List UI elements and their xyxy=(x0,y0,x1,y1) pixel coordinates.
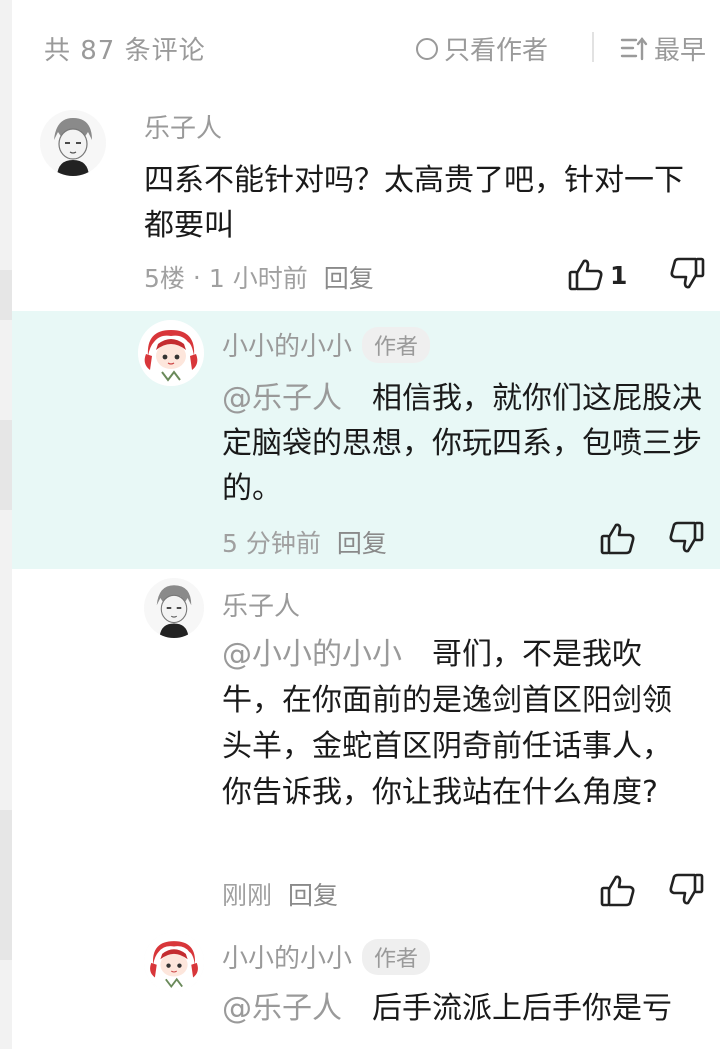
floor-label: 5楼 xyxy=(144,264,185,293)
reply-meta: 5 分钟前 回复 xyxy=(222,524,387,560)
author-badge: 作者 xyxy=(362,326,431,363)
reply-text: @乐子人 后手流派上后手你是亏 xyxy=(222,986,708,1031)
avatar[interactable] xyxy=(144,932,204,992)
author-badge: 作者 xyxy=(362,938,431,975)
comment-actions: 1 xyxy=(568,256,705,294)
like-button[interactable] xyxy=(600,522,636,556)
reply-button[interactable]: 回复 xyxy=(337,524,387,560)
thumbs-down-icon xyxy=(670,257,705,289)
reply-body: 后手流派上后手你是亏 xyxy=(372,991,672,1026)
sort-icon xyxy=(620,36,648,60)
dislike-button[interactable] xyxy=(668,872,704,910)
comments-header: 共 87 条评论 只看作者 最早 xyxy=(12,0,720,92)
comment-meta: 5楼 · 1 小时前 回复 xyxy=(144,259,374,295)
edge-segment xyxy=(0,270,12,320)
avatar-gray-boy-icon xyxy=(40,110,106,176)
author-line: 小小的小小 作者 xyxy=(222,938,431,975)
thumbs-down-icon xyxy=(669,521,704,553)
reply-actions xyxy=(600,520,704,558)
avatar-red-hair-girl-icon xyxy=(138,320,204,386)
timestamp: 5 分钟前 xyxy=(222,529,321,558)
avatar[interactable] xyxy=(40,110,106,176)
like-count: 1 xyxy=(610,260,628,290)
reply-text: @乐子人 相信我，就你们这屁股决定脑袋的思想，你玩四系，包喷三步的。 xyxy=(222,376,708,511)
timestamp: 刚刚 xyxy=(222,881,273,910)
reply-actions xyxy=(600,872,704,910)
mention-link[interactable]: @小小的小小 xyxy=(222,637,402,672)
only-author-toggle[interactable]: 只看作者 xyxy=(416,30,548,67)
thumbs-up-icon xyxy=(600,875,635,907)
like-button[interactable]: 1 xyxy=(568,258,627,292)
meta-separator: · xyxy=(192,262,201,292)
author-name[interactable]: 乐子人 xyxy=(222,586,300,623)
mention-link[interactable]: @乐子人 xyxy=(222,381,342,416)
author-line: 乐子人 xyxy=(144,108,222,145)
avatar-red-hair-girl-icon xyxy=(144,932,204,992)
header-divider xyxy=(592,32,594,62)
reply-button[interactable]: 回复 xyxy=(324,259,374,295)
author-name[interactable]: 乐子人 xyxy=(144,108,222,145)
author-line: 小小的小小 作者 xyxy=(222,326,431,363)
left-edge-strip xyxy=(0,0,12,1049)
dislike-button[interactable] xyxy=(668,520,704,558)
avatar-gray-boy-icon xyxy=(144,578,204,638)
sort-label: 最早 xyxy=(654,36,707,66)
author-name[interactable]: 小小的小小 xyxy=(222,326,352,363)
edge-segment xyxy=(0,420,12,510)
thumbs-up-icon xyxy=(600,523,635,555)
dislike-button[interactable] xyxy=(669,256,705,294)
thumbs-down-icon xyxy=(669,873,704,905)
avatar[interactable] xyxy=(138,320,204,386)
comment-count: 共 87 条评论 xyxy=(44,36,206,66)
comment-text: 四系不能针对吗？太高贵了吧，针对一下都要叫 xyxy=(144,163,684,243)
reply-meta: 刚刚 回复 xyxy=(222,876,338,912)
author-line: 乐子人 xyxy=(222,586,300,623)
like-button[interactable] xyxy=(600,874,636,908)
timestamp: 1 小时前 xyxy=(208,264,308,293)
avatar[interactable] xyxy=(144,578,204,638)
reply-button[interactable]: 回复 xyxy=(288,876,338,912)
sort-button[interactable]: 最早 xyxy=(620,30,706,67)
reply-text: @小小的小小 哥们，不是我吹牛，在你面前的是逸剑首区阳剑领头羊，金蛇首区阴奇前任… xyxy=(222,632,698,816)
edge-segment xyxy=(0,810,12,960)
radio-icon xyxy=(416,37,438,60)
thumbs-up-icon xyxy=(568,259,603,291)
author-name[interactable]: 小小的小小 xyxy=(222,938,352,975)
mention-link[interactable]: @乐子人 xyxy=(222,991,342,1026)
only-author-label: 只看作者 xyxy=(444,36,549,66)
